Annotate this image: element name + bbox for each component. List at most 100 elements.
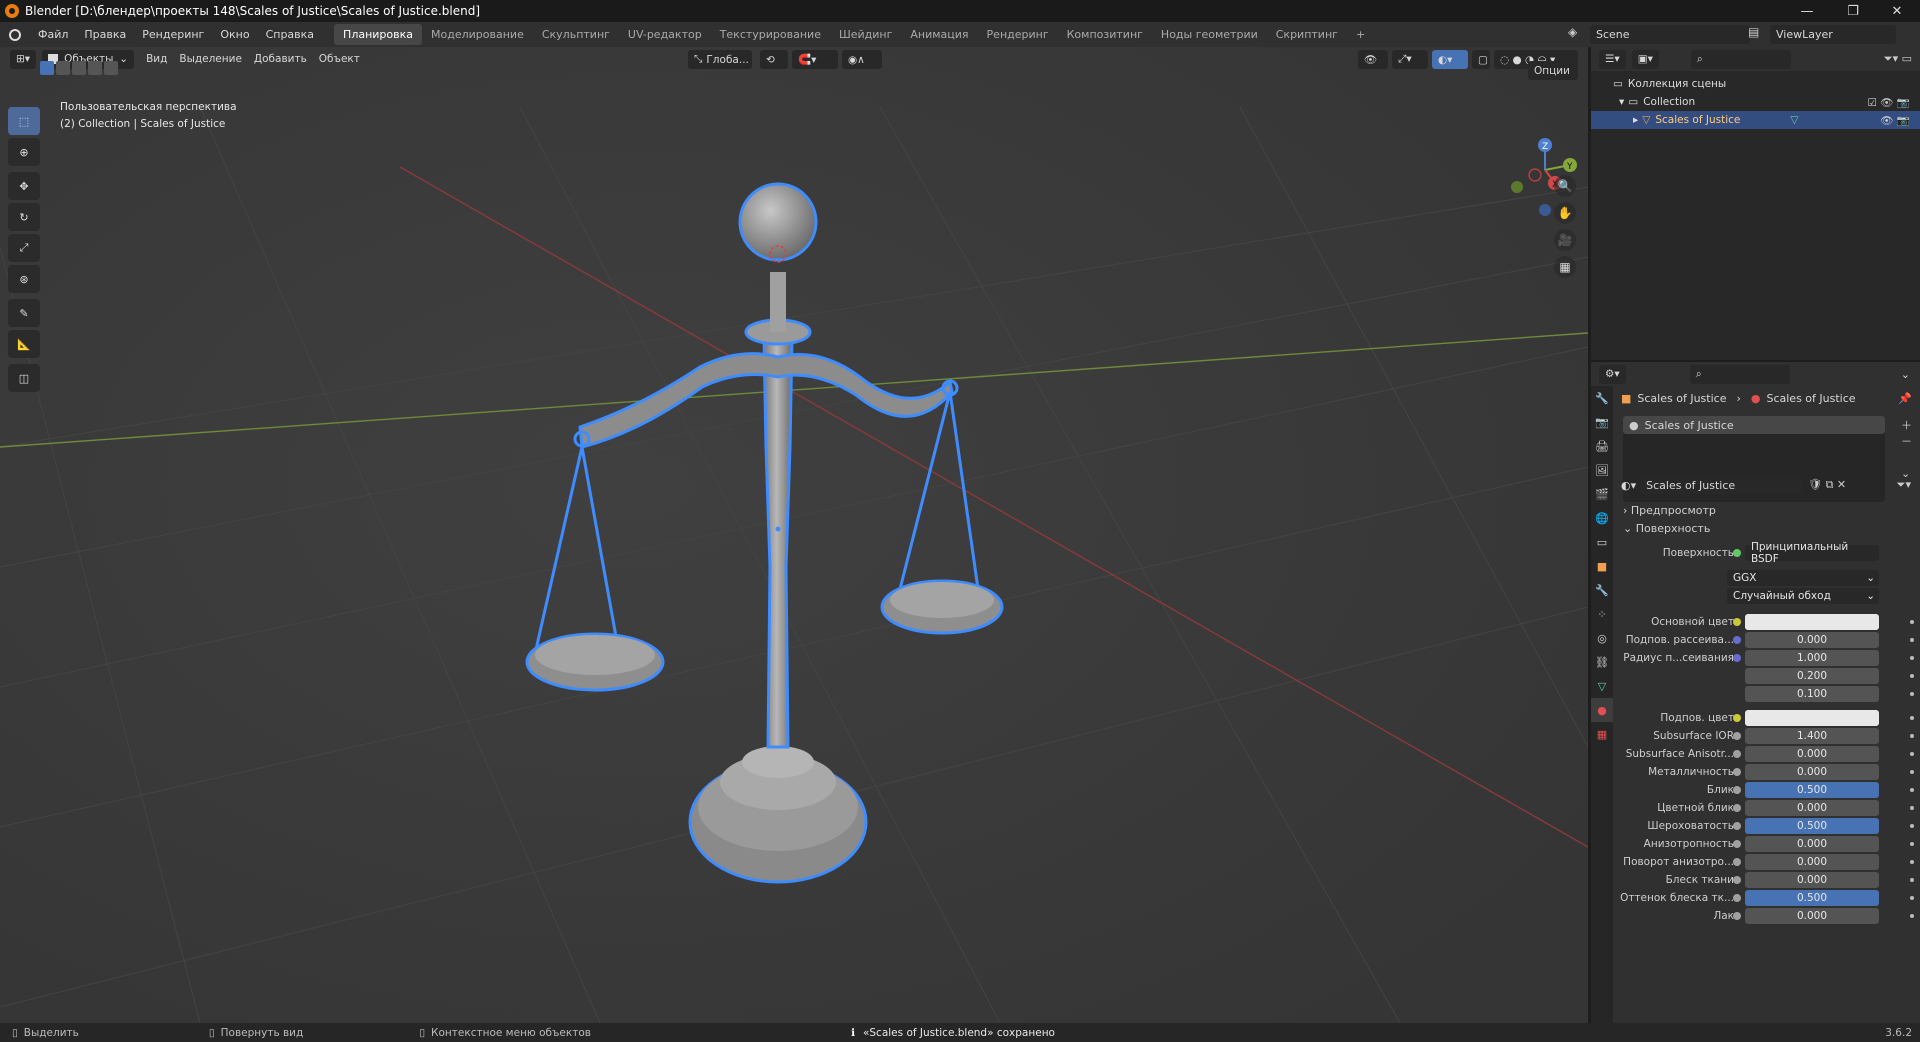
tab-texture-paint[interactable]: Текстурирование bbox=[711, 24, 830, 45]
ortho-grid-icon[interactable]: ▦ bbox=[1554, 256, 1576, 278]
menu-select[interactable]: Выделение bbox=[173, 53, 248, 65]
property-value-field[interactable]: 0.000 bbox=[1745, 908, 1879, 924]
output-tab-icon[interactable]: 🖨 bbox=[1591, 434, 1613, 458]
select-subtract-icon[interactable] bbox=[72, 61, 86, 75]
viewport-canvas[interactable]: Z Y X bbox=[0, 47, 1588, 1023]
socket-icon[interactable] bbox=[1733, 876, 1741, 884]
constraints-tab-icon[interactable]: ⛓ bbox=[1591, 650, 1613, 674]
pan-hand-icon[interactable]: ✋ bbox=[1554, 202, 1576, 224]
keyframe-dot-icon[interactable] bbox=[1910, 914, 1914, 918]
tab-uv-editing[interactable]: UV-редактор bbox=[619, 24, 711, 45]
material-browse-icon[interactable]: ◐▾ bbox=[1621, 479, 1636, 492]
link-dropdown-icon[interactable]: ⏷▾ bbox=[1897, 478, 1911, 492]
zoom-icon[interactable]: 🔍 bbox=[1554, 175, 1576, 197]
socket-icon[interactable] bbox=[1733, 804, 1741, 812]
cursor-icon[interactable]: ⊕ bbox=[8, 138, 40, 166]
material-datablock-icons[interactable]: 🛡 ⧉ ✕ bbox=[1808, 478, 1846, 492]
keyframe-dot-icon[interactable] bbox=[1910, 860, 1914, 864]
socket-icon[interactable] bbox=[1733, 618, 1741, 626]
keyframe-dot-icon[interactable] bbox=[1910, 770, 1914, 774]
keyframe-dot-icon[interactable] bbox=[1910, 896, 1914, 900]
socket-icon[interactable] bbox=[1733, 750, 1741, 758]
rotate-icon[interactable]: ↻ bbox=[8, 203, 40, 231]
property-value-field[interactable]: 0.000 bbox=[1745, 872, 1879, 888]
socket-icon[interactable] bbox=[1733, 654, 1741, 662]
physics-tab-icon[interactable]: ◎ bbox=[1591, 626, 1613, 650]
socket-icon[interactable] bbox=[1733, 912, 1741, 920]
property-value-field[interactable]: 0.500 bbox=[1745, 782, 1879, 798]
tab-layout[interactable]: Планировка bbox=[334, 24, 423, 45]
measure-icon[interactable]: 📐 bbox=[8, 330, 40, 358]
snapping-button[interactable]: 🧲▾ bbox=[792, 50, 838, 69]
select-new-icon[interactable] bbox=[40, 61, 54, 75]
scene-icon[interactable]: ◈ bbox=[1568, 25, 1586, 44]
render-tab-icon[interactable]: 📷 bbox=[1591, 410, 1613, 434]
keyframe-dot-icon[interactable] bbox=[1910, 878, 1914, 882]
scene-selector[interactable]: Scene bbox=[1590, 25, 1750, 44]
property-value-field[interactable]: 1.000 bbox=[1745, 650, 1879, 666]
property-value-field[interactable]: 1.400 bbox=[1745, 728, 1879, 744]
tree-row-scales-of-justice[interactable]: ▸ ▽ Scales of Justice ▽ 👁 📷 bbox=[1591, 111, 1920, 129]
tab-rendering[interactable]: Рендеринг bbox=[978, 24, 1058, 45]
properties-search-input[interactable]: ⌕ bbox=[1689, 364, 1790, 384]
menu-edit[interactable]: Правка bbox=[76, 22, 134, 47]
close-window-button[interactable]: ✕ bbox=[1874, 0, 1920, 22]
tab-scripting[interactable]: Скриптинг bbox=[1267, 24, 1347, 45]
socket-icon[interactable] bbox=[1733, 858, 1741, 866]
filter-icon[interactable]: ⏷▾ ▭ bbox=[1884, 52, 1912, 66]
tree-row-collection[interactable]: ▾ ▭ Collection ☑ 👁 📷 bbox=[1591, 93, 1920, 111]
socket-icon[interactable] bbox=[1733, 786, 1741, 794]
menu-object[interactable]: Объект bbox=[313, 53, 366, 65]
preview-panel-header[interactable]: › Предпросмотр bbox=[1623, 504, 1716, 517]
options-button[interactable]: Опции bbox=[1528, 61, 1578, 80]
pin-icon[interactable]: 📌 bbox=[1898, 392, 1912, 405]
socket-icon[interactable] bbox=[1733, 840, 1741, 848]
editor-type-button[interactable]: ⊞▾ bbox=[10, 49, 37, 69]
tool-tab-icon[interactable]: 🔧 bbox=[1591, 386, 1613, 410]
keyframe-dot-icon[interactable] bbox=[1910, 638, 1914, 642]
outliner-search-input[interactable]: ⌕ bbox=[1690, 49, 1791, 69]
socket-icon[interactable] bbox=[1733, 822, 1741, 830]
keyframe-dot-icon[interactable] bbox=[1910, 692, 1914, 696]
transform-orientation[interactable]: ⤡ Глоба... bbox=[688, 50, 752, 69]
scene-tab-icon[interactable]: 🎬 bbox=[1591, 482, 1613, 506]
property-value-field[interactable]: 0.100 bbox=[1745, 686, 1879, 702]
property-value-field[interactable]: 0.200 bbox=[1745, 668, 1879, 684]
keyframe-dot-icon[interactable] bbox=[1910, 734, 1914, 738]
annotate-icon[interactable]: ✎ bbox=[8, 299, 40, 327]
view-layer-tab-icon[interactable]: 🖼 bbox=[1591, 458, 1613, 482]
display-mode-button[interactable]: ▣▾ bbox=[1631, 49, 1659, 69]
menu-add[interactable]: Добавить bbox=[248, 53, 313, 65]
socket-icon[interactable] bbox=[1733, 636, 1741, 644]
select-invert-icon[interactable] bbox=[88, 61, 102, 75]
property-value-field[interactable] bbox=[1745, 710, 1879, 726]
keyframe-dot-icon[interactable] bbox=[1910, 674, 1914, 678]
modifier-tab-icon[interactable]: 🔧 bbox=[1591, 578, 1613, 602]
move-icon[interactable]: ✥ bbox=[8, 172, 40, 200]
proportional-edit-button[interactable]: ◉∧ bbox=[842, 50, 882, 69]
property-value-field[interactable]: 0.500 bbox=[1745, 818, 1879, 834]
object-tab-icon[interactable]: ■ bbox=[1591, 554, 1613, 578]
menu-help[interactable]: Справка bbox=[258, 22, 322, 47]
subsurface-method-dropdown[interactable]: Случайный обход ⌄ bbox=[1727, 588, 1879, 604]
select-box-icon[interactable]: ⬚ bbox=[8, 107, 40, 135]
select-intersect-icon[interactable] bbox=[104, 61, 118, 75]
select-extend-icon[interactable] bbox=[56, 61, 70, 75]
socket-icon[interactable] bbox=[1733, 732, 1741, 740]
blender-menu-icon[interactable] bbox=[0, 28, 30, 41]
surface-shader-field[interactable]: Принципиальный BSDF bbox=[1745, 541, 1879, 565]
3d-viewport[interactable]: Z Y X ⊞▾ Объекты ⌄ Вид Выделение Добавит… bbox=[0, 47, 1588, 1023]
minimize-button[interactable]: — bbox=[1784, 0, 1830, 22]
properties-editor-type-button[interactable]: ⚙▾ bbox=[1599, 364, 1626, 384]
property-value-field[interactable]: 0.000 bbox=[1745, 764, 1879, 780]
keyframe-dot-icon[interactable] bbox=[1910, 788, 1914, 792]
surface-panel-header[interactable]: ⌄ Поверхность bbox=[1623, 522, 1710, 535]
slot-add-remove-buttons[interactable]: ＋－ ⌄ bbox=[1901, 418, 1912, 482]
particles-tab-icon[interactable]: ⁘ bbox=[1591, 602, 1613, 626]
property-value-field[interactable]: 0.000 bbox=[1745, 854, 1879, 870]
view-layer-selector[interactable]: ViewLayer bbox=[1770, 25, 1896, 44]
tab-sculpting[interactable]: Скульптинг bbox=[533, 24, 619, 45]
view-layer-icon[interactable]: ▤ bbox=[1748, 25, 1768, 44]
material-name-field[interactable]: Scales of Justice bbox=[1640, 476, 1803, 494]
restore-button[interactable]: ❐ bbox=[1830, 0, 1876, 22]
